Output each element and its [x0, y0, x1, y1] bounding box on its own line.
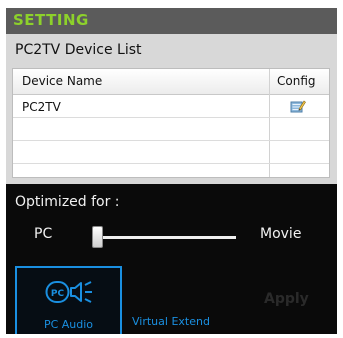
table-row-empty — [13, 142, 329, 164]
setting-header: SETTING — [6, 8, 337, 34]
apply-button[interactable]: Apply — [264, 291, 309, 307]
column-config[interactable]: Config — [277, 74, 316, 88]
slider-min-label: PC — [34, 226, 53, 242]
optimize-slider-thumb[interactable] — [92, 226, 103, 248]
table-row[interactable]: PC2TV — [13, 96, 329, 118]
mode-section: Optimized for : PC Movie PC PC Audio Vir… — [6, 184, 337, 334]
device-table-header: Device Name Config — [13, 69, 329, 95]
svg-text:PC: PC — [51, 289, 65, 299]
device-name-cell: PC2TV — [22, 100, 61, 114]
device-list-title: PC2TV Device List — [15, 42, 142, 58]
optimized-for-label: Optimized for : — [15, 194, 120, 210]
device-table: Device Name Config PC2TV — [12, 68, 330, 178]
pc-speaker-icon: PC — [45, 281, 92, 303]
optimize-slider-track[interactable] — [98, 236, 236, 239]
virtual-extend-button[interactable]: Virtual Extend — [132, 315, 210, 328]
table-row-empty — [13, 119, 329, 141]
slider-max-label: Movie — [260, 226, 302, 242]
setting-title: SETTING — [13, 11, 89, 29]
settings-panel: SETTING PC2TV Device List Device Name Co… — [6, 8, 337, 334]
pc-audio-label: PC Audio — [43, 318, 94, 331]
config-edit-icon[interactable] — [290, 99, 306, 114]
column-device-name[interactable]: Device Name — [22, 74, 102, 88]
pc-audio-button[interactable]: PC PC Audio — [15, 266, 122, 334]
